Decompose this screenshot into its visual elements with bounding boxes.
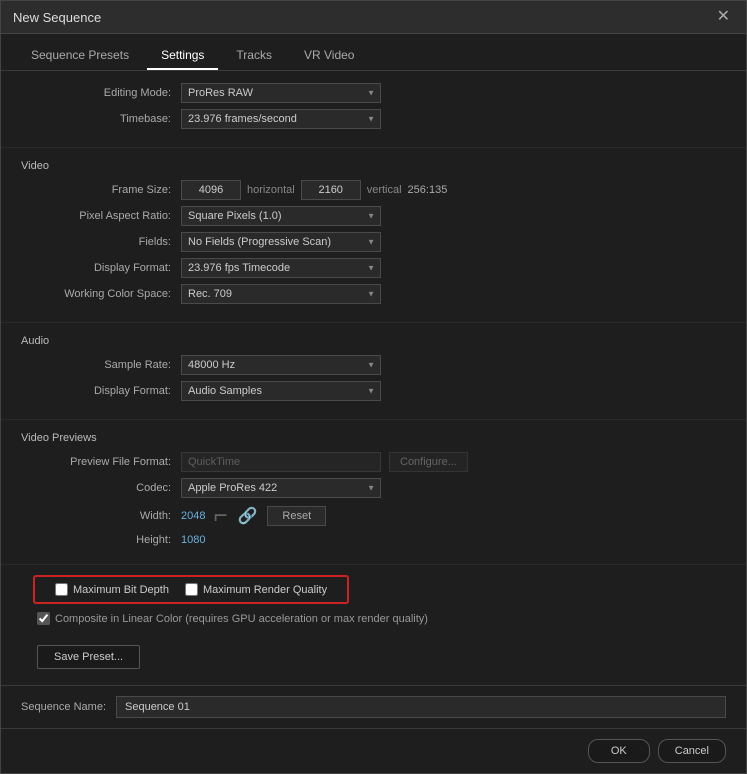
sequence-name-row: Sequence Name:	[1, 686, 746, 728]
working-color-label: Working Color Space:	[21, 288, 181, 300]
configure-button[interactable]: Configure...	[389, 452, 468, 472]
frame-size-h-input[interactable]	[181, 180, 241, 200]
width-label: Width:	[21, 510, 181, 522]
link-icon[interactable]: 🔗	[238, 506, 258, 526]
codec-select[interactable]: Apple ProRes 422	[181, 478, 381, 498]
display-format-select-wrapper: 23.976 fps Timecode	[181, 258, 381, 278]
editing-mode-select[interactable]: ProRes RAW	[181, 83, 381, 103]
aspect-ratio: 256:135	[408, 184, 448, 196]
tab-sequence-presets[interactable]: Sequence Presets	[17, 42, 143, 70]
max-render-quality-checkbox[interactable]	[185, 583, 198, 596]
editing-mode-label: Editing Mode:	[21, 87, 181, 99]
fields-select[interactable]: No Fields (Progressive Scan)	[181, 232, 381, 252]
sample-rate-label: Sample Rate:	[21, 359, 181, 371]
max-options-row: Maximum Bit Depth Maximum Render Quality	[33, 575, 349, 604]
tab-vr-video[interactable]: VR Video	[290, 42, 368, 70]
max-bit-depth-item: Maximum Bit Depth	[55, 583, 169, 596]
audio-display-format-label: Display Format:	[21, 385, 181, 397]
new-sequence-dialog: New Sequence ✕ Sequence Presets Settings…	[0, 0, 747, 774]
audio-section: Audio Sample Rate: 48000 Hz Display Form…	[1, 323, 746, 420]
title-bar: New Sequence ✕	[1, 1, 746, 34]
display-format-label: Display Format:	[21, 262, 181, 274]
pixel-aspect-label: Pixel Aspect Ratio:	[21, 210, 181, 222]
preview-file-format-label: Preview File Format:	[21, 456, 181, 468]
reset-area: ⌐ 🔗 Reset	[213, 504, 326, 528]
codec-label: Codec:	[21, 482, 181, 494]
audio-display-format-row: Display Format: Audio Samples	[21, 381, 726, 401]
audio-section-label: Audio	[21, 335, 726, 347]
frame-size-inputs: horizontal vertical 256:135	[181, 180, 447, 200]
timebase-label: Timebase:	[21, 113, 181, 125]
preview-file-format-row: Preview File Format: QuickTime Configure…	[21, 452, 726, 472]
sequence-name-label: Sequence Name:	[21, 701, 106, 713]
bracket-icon: ⌐	[213, 504, 227, 528]
composite-checkbox[interactable]	[37, 612, 50, 625]
save-preset-container: Save Preset...	[1, 631, 746, 685]
audio-display-format-select[interactable]: Audio Samples	[181, 381, 381, 401]
sample-rate-select-wrapper: 48000 Hz	[181, 355, 381, 375]
bottom-bar: OK Cancel	[1, 728, 746, 773]
timebase-select[interactable]: 23.976 frames/second	[181, 109, 381, 129]
height-value[interactable]: 1080	[181, 534, 205, 546]
reset-button[interactable]: Reset	[267, 506, 326, 526]
editing-mode-field: ProRes RAW	[181, 83, 726, 103]
tab-bar: Sequence Presets Settings Tracks VR Vide…	[1, 34, 746, 71]
editing-mode-row: Editing Mode: ProRes RAW	[21, 83, 726, 103]
cancel-button[interactable]: Cancel	[658, 739, 726, 763]
video-section: Video Frame Size: horizontal vertical 25…	[1, 148, 746, 323]
timebase-field: 23.976 frames/second	[181, 109, 726, 129]
composite-row: Composite in Linear Color (requires GPU …	[17, 610, 730, 631]
height-label: Height:	[21, 534, 181, 546]
video-section-label: Video	[21, 160, 726, 172]
fields-row: Fields: No Fields (Progressive Scan)	[21, 232, 726, 252]
display-format-select[interactable]: 23.976 fps Timecode	[181, 258, 381, 278]
working-color-select[interactable]: Rec. 709	[181, 284, 381, 304]
working-color-select-wrapper: Rec. 709	[181, 284, 381, 304]
dialog-content: Editing Mode: ProRes RAW Timebase: 23.97…	[1, 71, 746, 773]
pixel-aspect-select[interactable]: Square Pixels (1.0)	[181, 206, 381, 226]
tab-tracks[interactable]: Tracks	[222, 42, 286, 70]
height-row: Height: 1080	[21, 534, 726, 546]
video-previews-label: Video Previews	[21, 432, 726, 444]
codec-select-wrapper: Apple ProRes 422	[181, 478, 381, 498]
frame-size-v-input[interactable]	[301, 180, 361, 200]
pixel-aspect-row: Pixel Aspect Ratio: Square Pixels (1.0)	[21, 206, 726, 226]
sample-rate-select[interactable]: 48000 Hz	[181, 355, 381, 375]
max-bit-depth-checkbox[interactable]	[55, 583, 68, 596]
dialog-title: New Sequence	[13, 10, 101, 25]
max-render-quality-item: Maximum Render Quality	[185, 583, 327, 596]
save-preset-button[interactable]: Save Preset...	[37, 645, 140, 669]
video-previews-section: Video Previews Preview File Format: Quic…	[1, 420, 746, 565]
checkboxes-container: Maximum Bit Depth Maximum Render Quality…	[1, 565, 746, 631]
max-render-quality-label: Maximum Render Quality	[203, 584, 327, 596]
horizontal-label: horizontal	[247, 184, 295, 196]
fields-label: Fields:	[21, 236, 181, 248]
editing-mode-section: Editing Mode: ProRes RAW Timebase: 23.97…	[1, 71, 746, 148]
sequence-name-input[interactable]	[116, 696, 726, 718]
codec-row: Codec: Apple ProRes 422	[21, 478, 726, 498]
width-value[interactable]: 2048	[181, 510, 205, 522]
working-color-row: Working Color Space: Rec. 709	[21, 284, 726, 304]
vertical-label: vertical	[367, 184, 402, 196]
display-format-row: Display Format: 23.976 fps Timecode	[21, 258, 726, 278]
pixel-aspect-select-wrapper: Square Pixels (1.0)	[181, 206, 381, 226]
max-bit-depth-label: Maximum Bit Depth	[73, 584, 169, 596]
audio-display-format-select-wrapper: Audio Samples	[181, 381, 381, 401]
sample-rate-row: Sample Rate: 48000 Hz	[21, 355, 726, 375]
timebase-row: Timebase: 23.976 frames/second	[21, 109, 726, 129]
ok-button[interactable]: OK	[588, 739, 650, 763]
close-button[interactable]: ✕	[713, 9, 734, 25]
frame-size-label: Frame Size:	[21, 184, 181, 196]
editing-mode-select-wrapper: ProRes RAW	[181, 83, 381, 103]
width-row: Width: 2048 ⌐ 🔗 Reset	[21, 504, 726, 528]
composite-label: Composite in Linear Color (requires GPU …	[55, 613, 428, 625]
preview-file-format-value: QuickTime	[181, 452, 381, 472]
frame-size-row: Frame Size: horizontal vertical 256:135	[21, 180, 726, 200]
fields-select-wrapper: No Fields (Progressive Scan)	[181, 232, 381, 252]
timebase-select-wrapper: 23.976 frames/second	[181, 109, 381, 129]
tab-settings[interactable]: Settings	[147, 42, 218, 70]
